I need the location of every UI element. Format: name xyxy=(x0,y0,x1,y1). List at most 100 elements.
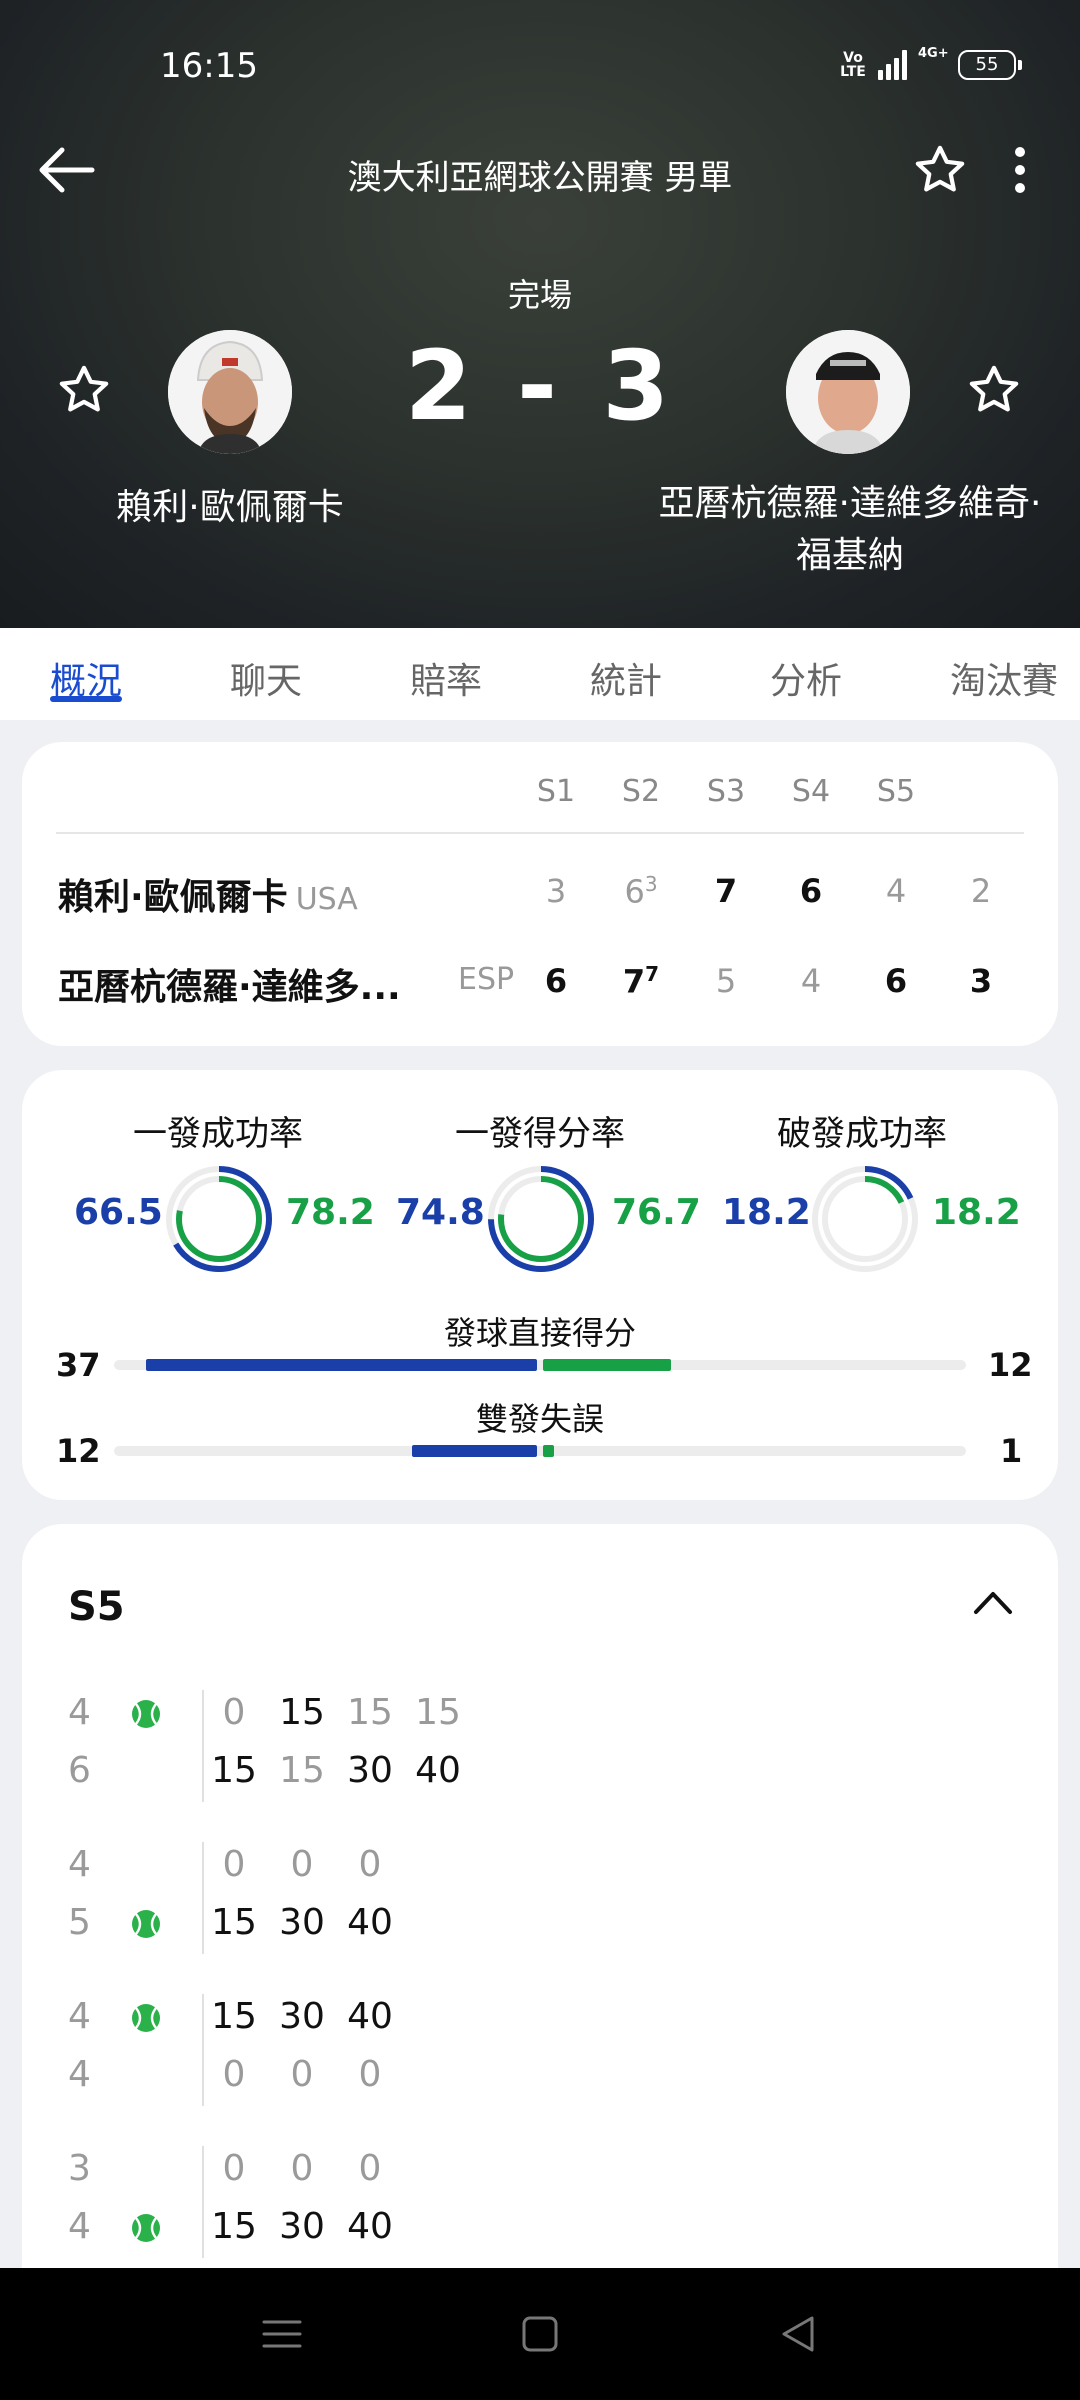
serve-stats-card: 一發成功率 一發得分率 破發成功率 66.5 78.2 74.8 76.7 18… xyxy=(22,1070,1058,1500)
point-score: 15 xyxy=(211,2206,257,2247)
star-icon xyxy=(915,145,965,192)
point-score: 15 xyxy=(211,1996,257,2037)
point-score: 40 xyxy=(347,2206,393,2247)
set-header: S5 xyxy=(876,774,916,809)
stat-left-value: 66.5 xyxy=(74,1192,163,1233)
set-header: S2 xyxy=(621,774,661,809)
stat-label: 一發得分率 xyxy=(455,1114,625,1154)
game-divider xyxy=(202,1842,204,1954)
break-points-ring xyxy=(812,1166,918,1272)
double-faults-bar-left xyxy=(412,1445,537,1457)
player1-avatar[interactable] xyxy=(168,330,292,454)
stat-left-value: 74.8 xyxy=(396,1192,485,1233)
tab-label: 分析 xyxy=(770,661,843,702)
set-score: 6 xyxy=(544,962,568,1000)
player-country: USA xyxy=(295,882,358,917)
tab-label: 淘汰賽 xyxy=(950,661,1059,702)
aces-right: 12 xyxy=(988,1346,1033,1384)
follow-player1-button[interactable] xyxy=(56,362,112,418)
double-faults-bar-track xyxy=(114,1446,966,1456)
games-count: 4 xyxy=(68,2206,91,2247)
games-count: 5 xyxy=(68,1902,91,1943)
chevron-up-icon xyxy=(974,1592,1012,1614)
double-faults-right: 1 xyxy=(1000,1432,1023,1470)
tennis-ball-icon xyxy=(132,1910,160,1938)
tab-draw[interactable]: 淘汰賽 xyxy=(950,628,1058,704)
tiebreak-score: 3 xyxy=(644,872,658,896)
aces-bar-right xyxy=(543,1359,671,1371)
point-score: 0 xyxy=(290,1844,314,1885)
set-score: 4 xyxy=(800,962,822,1000)
tab-chat[interactable]: 聊天 xyxy=(230,628,302,704)
point-score: 30 xyxy=(279,1996,325,2037)
games-count: 4 xyxy=(68,1692,91,1733)
games-count: 4 xyxy=(68,2054,91,2095)
player1-name: 賴利·歐佩爾卡 xyxy=(116,487,344,528)
active-tab-indicator xyxy=(50,696,123,702)
set-score: 6 xyxy=(884,962,908,1000)
follow-player2-button[interactable] xyxy=(966,362,1022,418)
games-count: 4 xyxy=(68,1844,91,1885)
tab-stats[interactable]: 統計 xyxy=(590,628,662,704)
stat-right-value: 18.2 xyxy=(932,1192,1021,1233)
set-score: 6 xyxy=(799,872,823,910)
tab-label: 賠率 xyxy=(410,661,483,702)
stat-label: 破發成功率 xyxy=(777,1114,947,1154)
stat-label: 一發成功率 xyxy=(133,1114,303,1154)
status-icons: Vo LTE 4G+ 55 xyxy=(840,46,1022,80)
tennis-ball-icon xyxy=(132,2004,160,2032)
set-score: 3 xyxy=(545,872,567,910)
point-score: 30 xyxy=(279,1902,325,1943)
set-score: 7 xyxy=(714,872,738,910)
menu-button[interactable] xyxy=(256,2308,308,2360)
current-set-score: 2 xyxy=(970,872,992,910)
games-count: 3 xyxy=(68,2148,91,2189)
point-score: 15 xyxy=(211,1750,257,1791)
point-score: 0 xyxy=(222,2148,246,2189)
set-score: 5 xyxy=(715,962,737,1000)
more-vertical-icon xyxy=(1015,147,1025,193)
set-header: S3 xyxy=(706,774,746,809)
back-triangle-icon xyxy=(782,2316,814,2352)
point-score: 15 xyxy=(415,1692,461,1733)
set-header: S1 xyxy=(536,774,576,809)
match-score: 2 - 3 xyxy=(404,330,676,442)
tab-overview[interactable]: 概況 xyxy=(50,628,123,704)
point-score: 15 xyxy=(211,1902,257,1943)
set-score: 77 xyxy=(622,962,660,1001)
set-detail-title: S5 xyxy=(68,1584,125,1630)
tab-label: 統計 xyxy=(590,661,663,702)
collapse-button[interactable] xyxy=(968,1580,1018,1624)
set-score: 4 xyxy=(885,872,907,910)
network-type: 4G+ xyxy=(918,46,949,61)
game-divider xyxy=(202,1690,204,1802)
player2-avatar[interactable] xyxy=(786,330,910,454)
volte-icon: Vo LTE xyxy=(840,50,866,80)
game-divider xyxy=(202,2146,204,2258)
games-count: 6 xyxy=(68,1750,91,1791)
stat-left-value: 18.2 xyxy=(722,1192,811,1233)
status-time: 16:15 xyxy=(160,46,258,86)
aces-bar-left xyxy=(146,1359,537,1371)
star-icon xyxy=(59,365,109,412)
point-score: 0 xyxy=(290,2148,314,2189)
set-header: S4 xyxy=(791,774,831,809)
favorite-match-button[interactable] xyxy=(912,142,968,198)
tab-odds[interactable]: 賠率 xyxy=(410,628,482,704)
double-faults-label: 雙發失誤 xyxy=(475,1400,604,1438)
point-score: 30 xyxy=(279,2206,325,2247)
back-nav-button[interactable] xyxy=(772,2308,824,2360)
system-nav-bar xyxy=(0,2268,1080,2400)
current-set-score: 3 xyxy=(969,962,993,1000)
home-button[interactable] xyxy=(514,2308,566,2360)
more-options-button[interactable] xyxy=(1000,142,1040,198)
divider xyxy=(56,832,1024,834)
first-serve-points-ring xyxy=(488,1166,594,1272)
scoreboard-card: S1 S2 S3 S4 S5 賴利·歐佩爾卡 USA 亞曆杭德羅·達維多... E… xyxy=(22,742,1058,1046)
double-faults-left: 12 xyxy=(56,1432,101,1470)
point-score: 0 xyxy=(290,2054,314,2095)
player2-row-name: 亞曆杭德羅·達維多... xyxy=(58,967,401,1008)
double-faults-bar-right xyxy=(543,1445,554,1457)
player2-name-line1: 亞曆杭德羅·達維多維奇· xyxy=(658,483,1042,524)
tab-analysis[interactable]: 分析 xyxy=(770,628,842,704)
